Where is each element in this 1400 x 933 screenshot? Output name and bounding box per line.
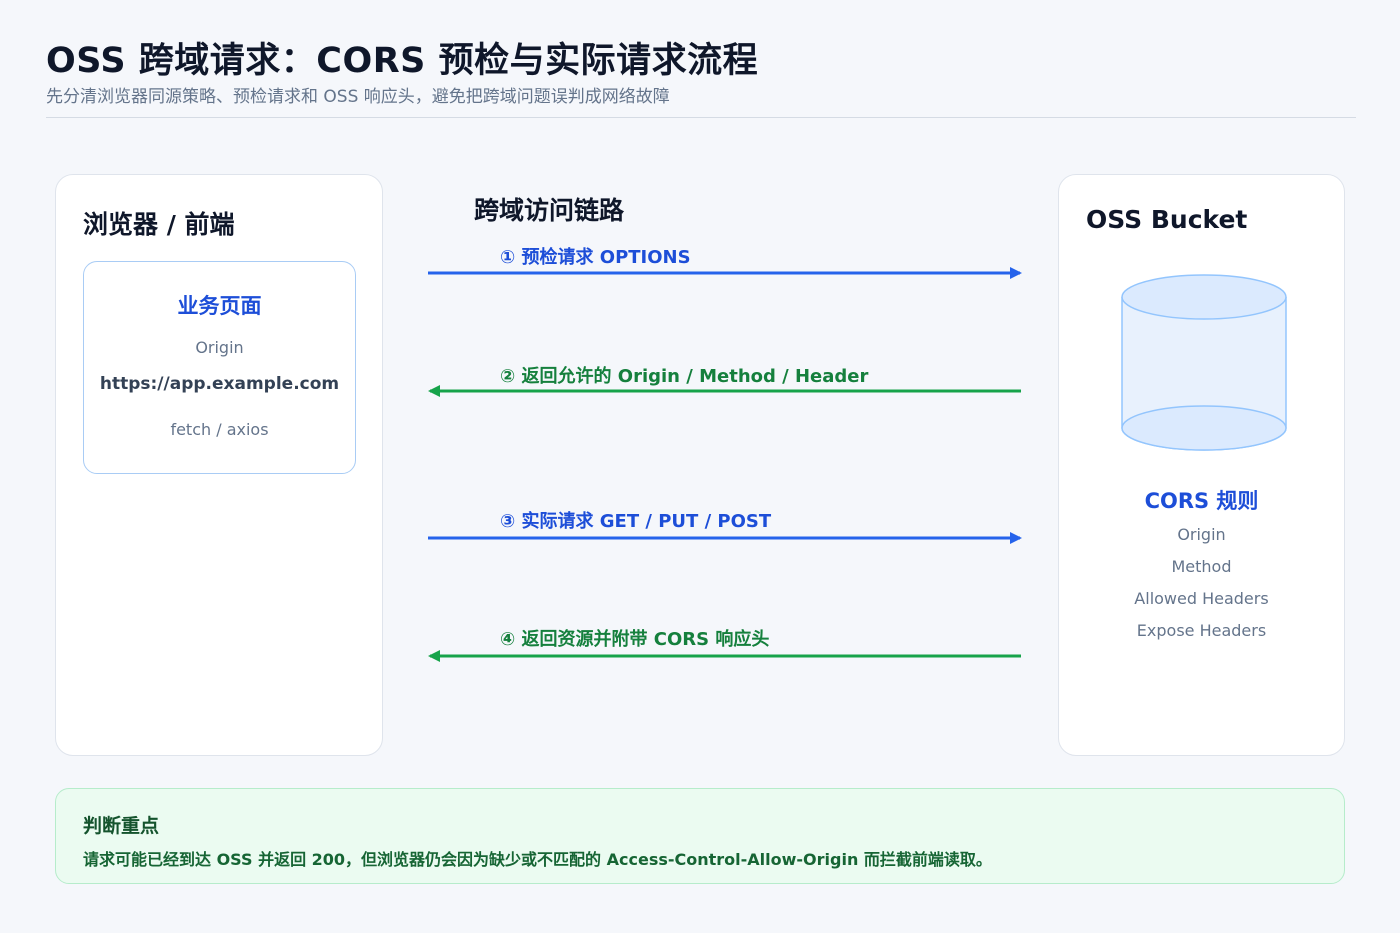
oss-bucket-title: OSS Bucket [1086,205,1248,234]
step-2-label: ② 返回允许的 Origin / Method / Header [500,366,869,387]
cors-rule-item: Expose Headers [1136,621,1267,640]
cors-rule-item: Origin [1177,525,1226,544]
key-point-note: 判断重点 请求可能已经到达 OSS 并返回 200，但浏览器仍会因为缺少或不匹配… [55,788,1345,884]
bucket-cylinder-icon [1121,274,1287,451]
key-point-text: 请求可能已经到达 OSS 并返回 200，但浏览器仍会因为缺少或不匹配的 Acc… [83,850,992,869]
key-point-title: 判断重点 [83,815,160,837]
cors-rule-item: Method [1171,557,1232,576]
oss-bucket-panel: OSS Bucket [1058,174,1345,756]
cors-rules-heading: CORS 规则 [1144,489,1259,513]
step-1-label: ① 预检请求 OPTIONS [500,247,691,268]
step-3-label: ③ 实际请求 GET / PUT / POST [500,511,772,532]
cors-rule-item: Allowed Headers [1134,589,1269,608]
step-4-label: ④ 返回资源并附带 CORS 响应头 [500,629,770,650]
